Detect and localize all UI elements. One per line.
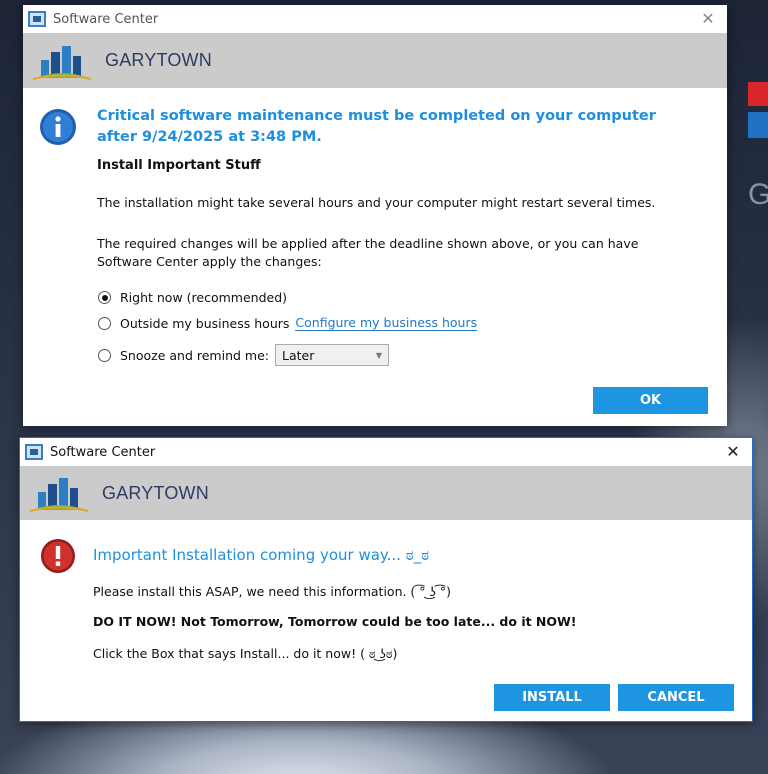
background-red-block [748,82,768,106]
brand-name: GARYTOWN [105,50,212,70]
installation-dialog: Software Center ✕ GARYTOWN Important Ins… [19,437,753,722]
option-snooze[interactable]: Snooze and remind me: Later ▼ [98,344,389,366]
configure-business-hours-link[interactable]: Configure my business hours [295,316,478,331]
brand-banner: GARYTOWN [20,466,752,520]
maintenance-dialog: Software Center ✕ GARYTOWN Critical soft… [23,5,727,426]
close-icon[interactable]: ✕ [722,440,744,462]
install-note: The installation might take several hour… [97,195,656,210]
radio-snooze[interactable] [98,348,111,362]
window-title: Software Center [50,444,156,460]
brand-name: GARYTOWN [102,482,209,503]
garytown-logo [30,478,88,512]
chevron-down-icon: ▼ [375,350,382,360]
deadline-note: The required changes will be applied aft… [97,236,639,269]
cancel-button[interactable]: CANCEL [618,684,734,711]
request-message: Please install this ASAP, we need this i… [93,584,451,599]
titlebar[interactable]: Software Center ✕ [20,438,752,466]
snooze-select-value: Later [281,347,315,363]
garytown-logo [33,45,91,80]
software-name: Install Important Stuff [97,158,261,173]
installation-headline: Important Installation coming your way..… [93,546,430,564]
software-center-icon [28,11,46,27]
radio-right-now[interactable] [98,291,111,304]
background-blue-block [748,112,768,138]
snooze-select[interactable]: Later ▼ [274,344,389,366]
instruction-message: Click the Box that says Install... do it… [93,646,398,661]
background-letter: G [748,178,768,211]
close-icon[interactable]: ✕ [697,7,719,29]
option-label: Snooze and remind me: [120,347,269,363]
option-label: Outside my business hours [120,316,290,331]
option-right-now[interactable]: Right now (recommended) [98,290,287,305]
urgent-message: DO IT NOW! Not Tomorrow, Tomorrow could … [93,614,577,629]
deadline-headline: Critical software maintenance must be co… [97,108,656,145]
option-outside-business-hours[interactable]: Outside my business hours Configure my b… [98,316,478,331]
titlebar[interactable]: Software Center ✕ [23,5,727,33]
option-label: Right now (recommended) [120,290,288,305]
brand-banner: GARYTOWN [23,33,727,88]
software-center-icon [25,444,43,460]
error-icon [41,539,75,573]
install-button[interactable]: INSTALL [494,684,610,711]
info-icon [40,109,76,145]
radio-outside-business-hours[interactable] [98,317,111,330]
ok-button[interactable]: OK [593,387,708,414]
window-title: Software Center [53,11,159,27]
